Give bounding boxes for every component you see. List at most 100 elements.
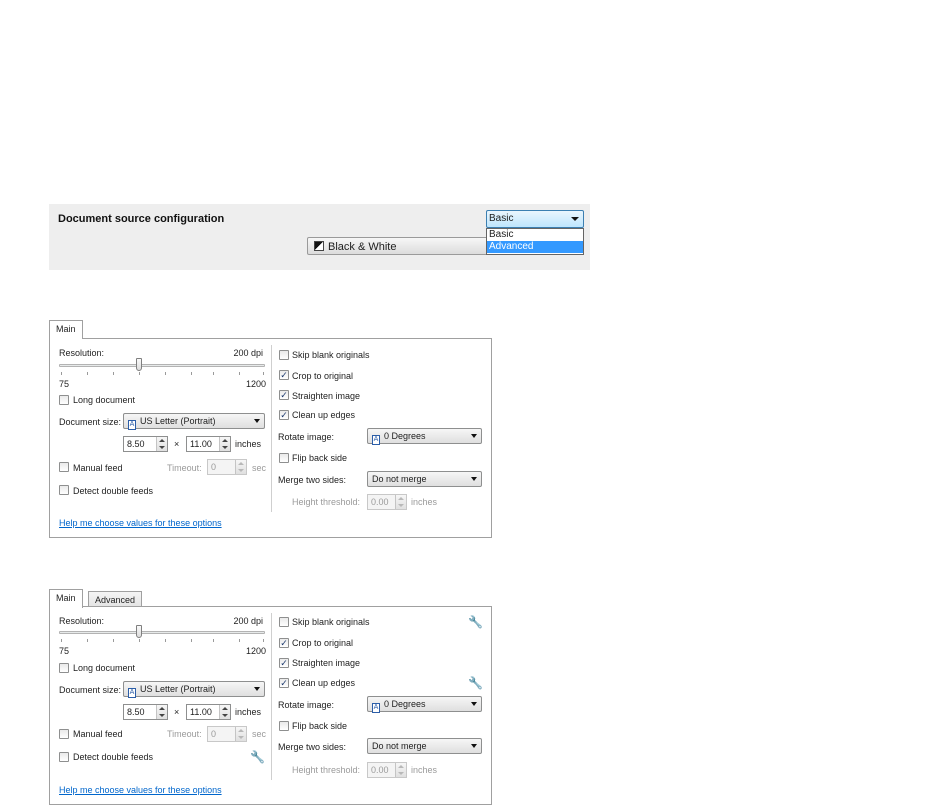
timeout-units: sec: [252, 463, 267, 473]
height-stepper[interactable]: 11.00: [186, 436, 231, 452]
width-value: 8.50: [127, 707, 145, 717]
skip-blank-checkbox[interactable]: [279, 350, 289, 360]
document-size-dropdown[interactable]: A US Letter (Portrait): [123, 681, 265, 698]
profile-dropdown-list: Basic Advanced: [486, 228, 584, 255]
stepper-arrows-icon[interactable]: [156, 437, 167, 451]
stepper-arrows-icon[interactable]: [219, 437, 230, 451]
crop-to-original-checkbox[interactable]: ✓: [279, 638, 289, 648]
stepper-arrows-icon[interactable]: [395, 495, 406, 509]
settings-dialog-main: Resolution: 200 dpi 75 1200 Long documen…: [49, 338, 492, 538]
timeout-stepper[interactable]: 0: [207, 459, 247, 475]
long-document-checkbox[interactable]: [59, 663, 69, 673]
resolution-slider-thumb[interactable]: [136, 358, 143, 371]
slider-tick: [213, 639, 214, 642]
straighten-image-label: Straighten image: [292, 391, 361, 401]
resolution-max: 1200: [246, 646, 267, 656]
detect-double-feeds-checkbox[interactable]: [59, 485, 69, 495]
stepper-arrows-icon[interactable]: [395, 763, 406, 777]
detect-double-feeds-checkbox[interactable]: [59, 752, 69, 762]
crop-to-original-label: Crop to original: [292, 371, 354, 381]
height-threshold-stepper[interactable]: 0.00: [367, 762, 407, 778]
chevron-down-icon: [471, 744, 477, 748]
wrench-settings-icon[interactable]: 🔧: [250, 750, 265, 764]
width-stepper[interactable]: 8.50: [123, 704, 168, 720]
rotate-image-value: 0 Degrees: [384, 431, 426, 441]
stepper-arrows-icon[interactable]: [219, 705, 230, 719]
profile-option-advanced[interactable]: Advanced: [487, 241, 583, 253]
chevron-down-icon: [471, 477, 477, 481]
skip-blank-label: Skip blank originals: [292, 617, 370, 627]
color-mode-button[interactable]: Black & White: [307, 237, 492, 255]
height-threshold-stepper[interactable]: 0.00: [367, 494, 407, 510]
stepper-arrows-icon[interactable]: [235, 727, 246, 741]
skip-blank-checkbox[interactable]: [279, 617, 289, 627]
height-value: 11.00: [190, 707, 212, 717]
config-title: Document source configuration: [58, 213, 225, 225]
resolution-slider-track[interactable]: [59, 364, 265, 367]
stepper-arrows-icon[interactable]: [235, 460, 246, 474]
clean-up-edges-checkbox[interactable]: ✓: [279, 678, 289, 688]
skip-blank-label: Skip blank originals: [292, 350, 370, 360]
merge-two-sides-dropdown[interactable]: Do not merge: [367, 738, 482, 754]
height-stepper[interactable]: 11.00: [186, 704, 231, 720]
document-size-label: Document size:: [59, 685, 122, 695]
resolution-max: 1200: [246, 379, 267, 389]
long-document-checkbox[interactable]: [59, 395, 69, 405]
profile-dropdown[interactable]: Basic: [486, 210, 584, 228]
black-white-icon: [314, 241, 324, 251]
document-size-dropdown[interactable]: A US Letter (Portrait): [123, 413, 265, 430]
timeout-label: Timeout:: [167, 729, 202, 739]
rotate-image-dropdown[interactable]: A 0 Degrees: [367, 696, 482, 713]
rotate-image-label: Rotate image:: [278, 432, 335, 442]
add-settings-icon[interactable]: 🔧: [468, 615, 483, 629]
height-threshold-value: 0.00: [371, 497, 389, 507]
resolution-value: 200 dpi: [233, 348, 263, 358]
straighten-image-checkbox[interactable]: ✓: [279, 390, 289, 400]
straighten-image-checkbox[interactable]: ✓: [279, 658, 289, 668]
chevron-down-icon: [254, 687, 260, 691]
slider-tick: [165, 372, 166, 375]
slider-tick: [191, 639, 192, 642]
help-link[interactable]: Help me choose values for these options: [59, 518, 222, 528]
slider-tick: [263, 372, 264, 375]
document-source-config-panel: Document source configuration Black & Wh…: [49, 204, 590, 270]
resolution-slider-track[interactable]: [59, 631, 265, 634]
manual-feed-checkbox[interactable]: [59, 462, 69, 472]
long-document-label: Long document: [73, 663, 136, 673]
chevron-down-icon: [571, 217, 579, 221]
stepper-arrows-icon[interactable]: [156, 705, 167, 719]
merge-two-sides-dropdown[interactable]: Do not merge: [367, 471, 482, 487]
slider-tick: [139, 639, 140, 642]
merge-two-sides-label: Merge two sides:: [278, 475, 347, 485]
timeout-value: 0: [211, 729, 217, 739]
column-divider: [271, 345, 272, 512]
chevron-down-icon: [254, 419, 260, 423]
resolution-slider-thumb[interactable]: [136, 625, 143, 638]
height-threshold-value: 0.00: [371, 765, 389, 775]
flip-back-side-checkbox[interactable]: [279, 453, 289, 463]
tab-main[interactable]: Main: [49, 320, 83, 339]
settings-tool-icon[interactable]: 🔧: [468, 676, 483, 690]
width-stepper[interactable]: 8.50: [123, 436, 168, 452]
timeout-stepper[interactable]: 0: [207, 726, 247, 742]
manual-feed-checkbox[interactable]: [59, 729, 69, 739]
slider-tick: [113, 372, 114, 375]
flip-back-side-label: Flip back side: [292, 453, 348, 463]
rotate-image-dropdown[interactable]: A 0 Degrees: [367, 428, 482, 445]
clean-up-edges-checkbox[interactable]: ✓: [279, 410, 289, 420]
document-size-value: US Letter (Portrait): [140, 416, 216, 426]
crop-to-original-checkbox[interactable]: ✓: [279, 370, 289, 380]
tab-main[interactable]: Main: [49, 589, 83, 608]
flip-back-side-checkbox[interactable]: [279, 721, 289, 731]
help-link[interactable]: Help me choose values for these options: [59, 785, 222, 795]
resolution-min: 75: [59, 646, 70, 656]
slider-tick: [239, 372, 240, 375]
rotate-page-icon: A: [372, 435, 380, 445]
height-threshold-label: Height threshold:: [292, 497, 361, 507]
document-size-label: Document size:: [59, 417, 122, 427]
resolution-min: 75: [59, 379, 70, 389]
profile-option-basic[interactable]: Basic: [487, 229, 583, 241]
slider-tick: [139, 372, 140, 375]
slider-tick: [263, 639, 264, 642]
timeout-label: Timeout:: [167, 463, 202, 473]
